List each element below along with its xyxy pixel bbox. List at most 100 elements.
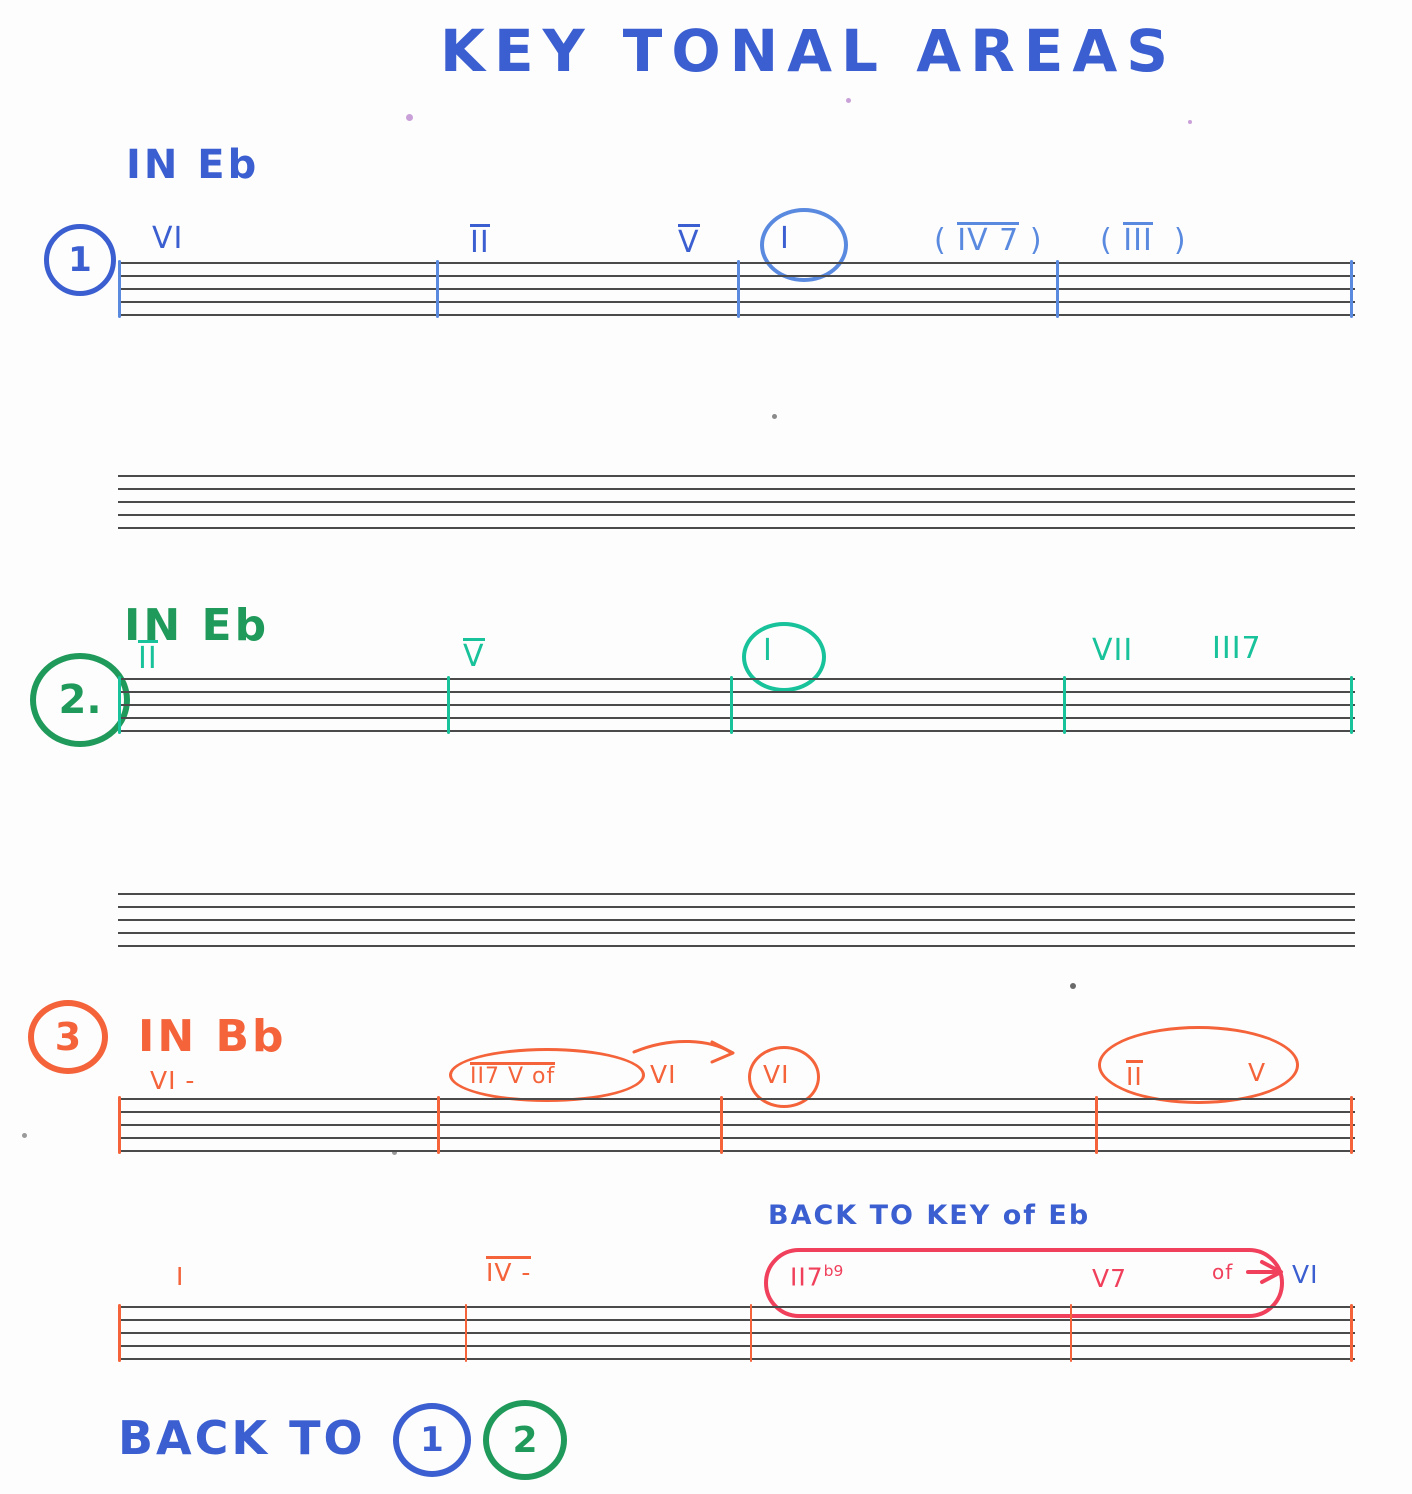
staff-line [118, 704, 1355, 706]
secondary-dominant-text: II7 V of [470, 1062, 556, 1089]
staff-line [118, 919, 1355, 921]
staff-line [118, 501, 1355, 503]
staff-line [118, 514, 1355, 516]
resolution-target: VI [1292, 1260, 1319, 1289]
barline-start [118, 1304, 121, 1362]
system-1-key-label: IN Eb [126, 142, 260, 188]
paren-open: ( [1100, 223, 1113, 258]
staff-line [118, 1358, 1355, 1360]
chord-symbol: VII [1092, 633, 1134, 668]
staff-system-2 [118, 676, 1355, 734]
staff-line [118, 691, 1355, 693]
chord-symbol: V [1248, 1058, 1267, 1087]
page-title: KEY TONAL AREAS [440, 17, 1178, 85]
barline [720, 1096, 723, 1154]
system-3-key-label: IN Bb [138, 1011, 287, 1062]
staff-line [118, 1124, 1355, 1126]
staff-line [118, 475, 1355, 477]
chord-symbol: II [1126, 1060, 1143, 1089]
staff-line [118, 1098, 1355, 1100]
barline [447, 676, 450, 734]
chord-symbol-dominant: V7 [1092, 1264, 1128, 1293]
barline-start [118, 1096, 121, 1154]
staff-line [118, 678, 1355, 680]
chord-symbol-text: II [138, 640, 158, 676]
chord-symbol: V [678, 224, 700, 258]
barline-end [1350, 260, 1353, 318]
footer-repeat-two-label: 2 [512, 1419, 538, 1461]
chord-symbol-text: III [1123, 222, 1153, 258]
ink-speck [772, 414, 777, 419]
footer-back-to-label: BACK TO [118, 1411, 366, 1465]
barline-end [1350, 676, 1353, 734]
chord-symbol: I [176, 1262, 185, 1291]
paren-close: ) [1163, 223, 1187, 258]
barline [737, 260, 740, 318]
barline [1056, 260, 1059, 318]
empty-staff-2 [118, 893, 1355, 949]
system-3-number: 3 [28, 1000, 108, 1074]
staff-line [118, 1332, 1355, 1334]
handwritten-music-worksheet: KEY TONAL AREAS 1 IN Eb VI II V I ( IV 7… [0, 0, 1412, 1494]
barline [730, 676, 733, 734]
barline [750, 1304, 752, 1362]
staff-line [118, 945, 1355, 947]
staff-line [118, 1137, 1355, 1139]
chord-symbol-altered: II7b9 [790, 1262, 844, 1292]
chord-symbol: IV - [486, 1256, 532, 1287]
footer-repeat-two: 2 [483, 1400, 567, 1480]
barline-end [1350, 1304, 1353, 1362]
back-to-key-annotation: BACK TO KEY of Eb [768, 1200, 1091, 1231]
secondary-dominant-label: II7 V of [470, 1062, 556, 1089]
of-label: of [1212, 1260, 1234, 1284]
footer-repeat-one-label: 1 [420, 1420, 444, 1460]
chord-root: II7 [790, 1262, 824, 1292]
staff-system-1 [118, 260, 1355, 318]
chord-symbol-text: II [1126, 1060, 1143, 1091]
barline-end [1350, 1096, 1353, 1154]
flat-nine-alteration: b9 [823, 1262, 844, 1280]
system-1-number: 1 [44, 224, 116, 296]
barline-start [118, 676, 121, 734]
footer-repeat-one: 1 [393, 1403, 471, 1477]
staff-line [118, 1345, 1355, 1347]
chord-symbol-text: V [463, 638, 485, 674]
chord-symbol: III7 [1212, 631, 1262, 666]
staff-line [118, 1111, 1355, 1113]
chord-symbol-text: IV - [486, 1256, 532, 1287]
ink-speck [846, 98, 851, 103]
ink-speck [1188, 120, 1192, 124]
chord-symbol-parenthetical: ( III ) [1100, 222, 1187, 256]
staff-line [118, 1306, 1355, 1308]
secondary-dominant-target: VI [650, 1060, 677, 1089]
staff-line [118, 893, 1355, 895]
system-1-number-label: 1 [68, 240, 92, 280]
staff-system-3 [118, 1096, 1355, 1154]
staff-line [118, 1319, 1355, 1321]
ink-speck [406, 114, 413, 121]
barline [1095, 1096, 1098, 1154]
chord-symbol: VI [152, 221, 184, 256]
paren-open: ( [934, 223, 947, 258]
chord-symbol-parenthetical: ( IV 7 ) [934, 222, 1043, 256]
system-3-number-label: 3 [54, 1015, 82, 1059]
chord-symbol: VI - [150, 1066, 196, 1095]
staff-line [118, 906, 1355, 908]
paren-close: ) [1029, 223, 1043, 258]
staff-line [118, 932, 1355, 934]
chord-symbol-text: IV 7 [957, 222, 1020, 258]
chord-symbol: V [463, 638, 485, 672]
staff-line [118, 527, 1355, 529]
barline [436, 260, 439, 318]
ink-speck [1070, 983, 1076, 989]
barline [437, 1096, 440, 1154]
staff-line [118, 717, 1355, 719]
system-2-number-label: 2. [58, 677, 102, 723]
staff-line [118, 730, 1355, 732]
barline-start [118, 260, 121, 318]
barline [465, 1304, 467, 1362]
system-2-number: 2. [30, 653, 130, 747]
ink-speck [22, 1133, 27, 1138]
empty-staff-1 [118, 475, 1355, 531]
chord-symbol: II [470, 224, 490, 258]
